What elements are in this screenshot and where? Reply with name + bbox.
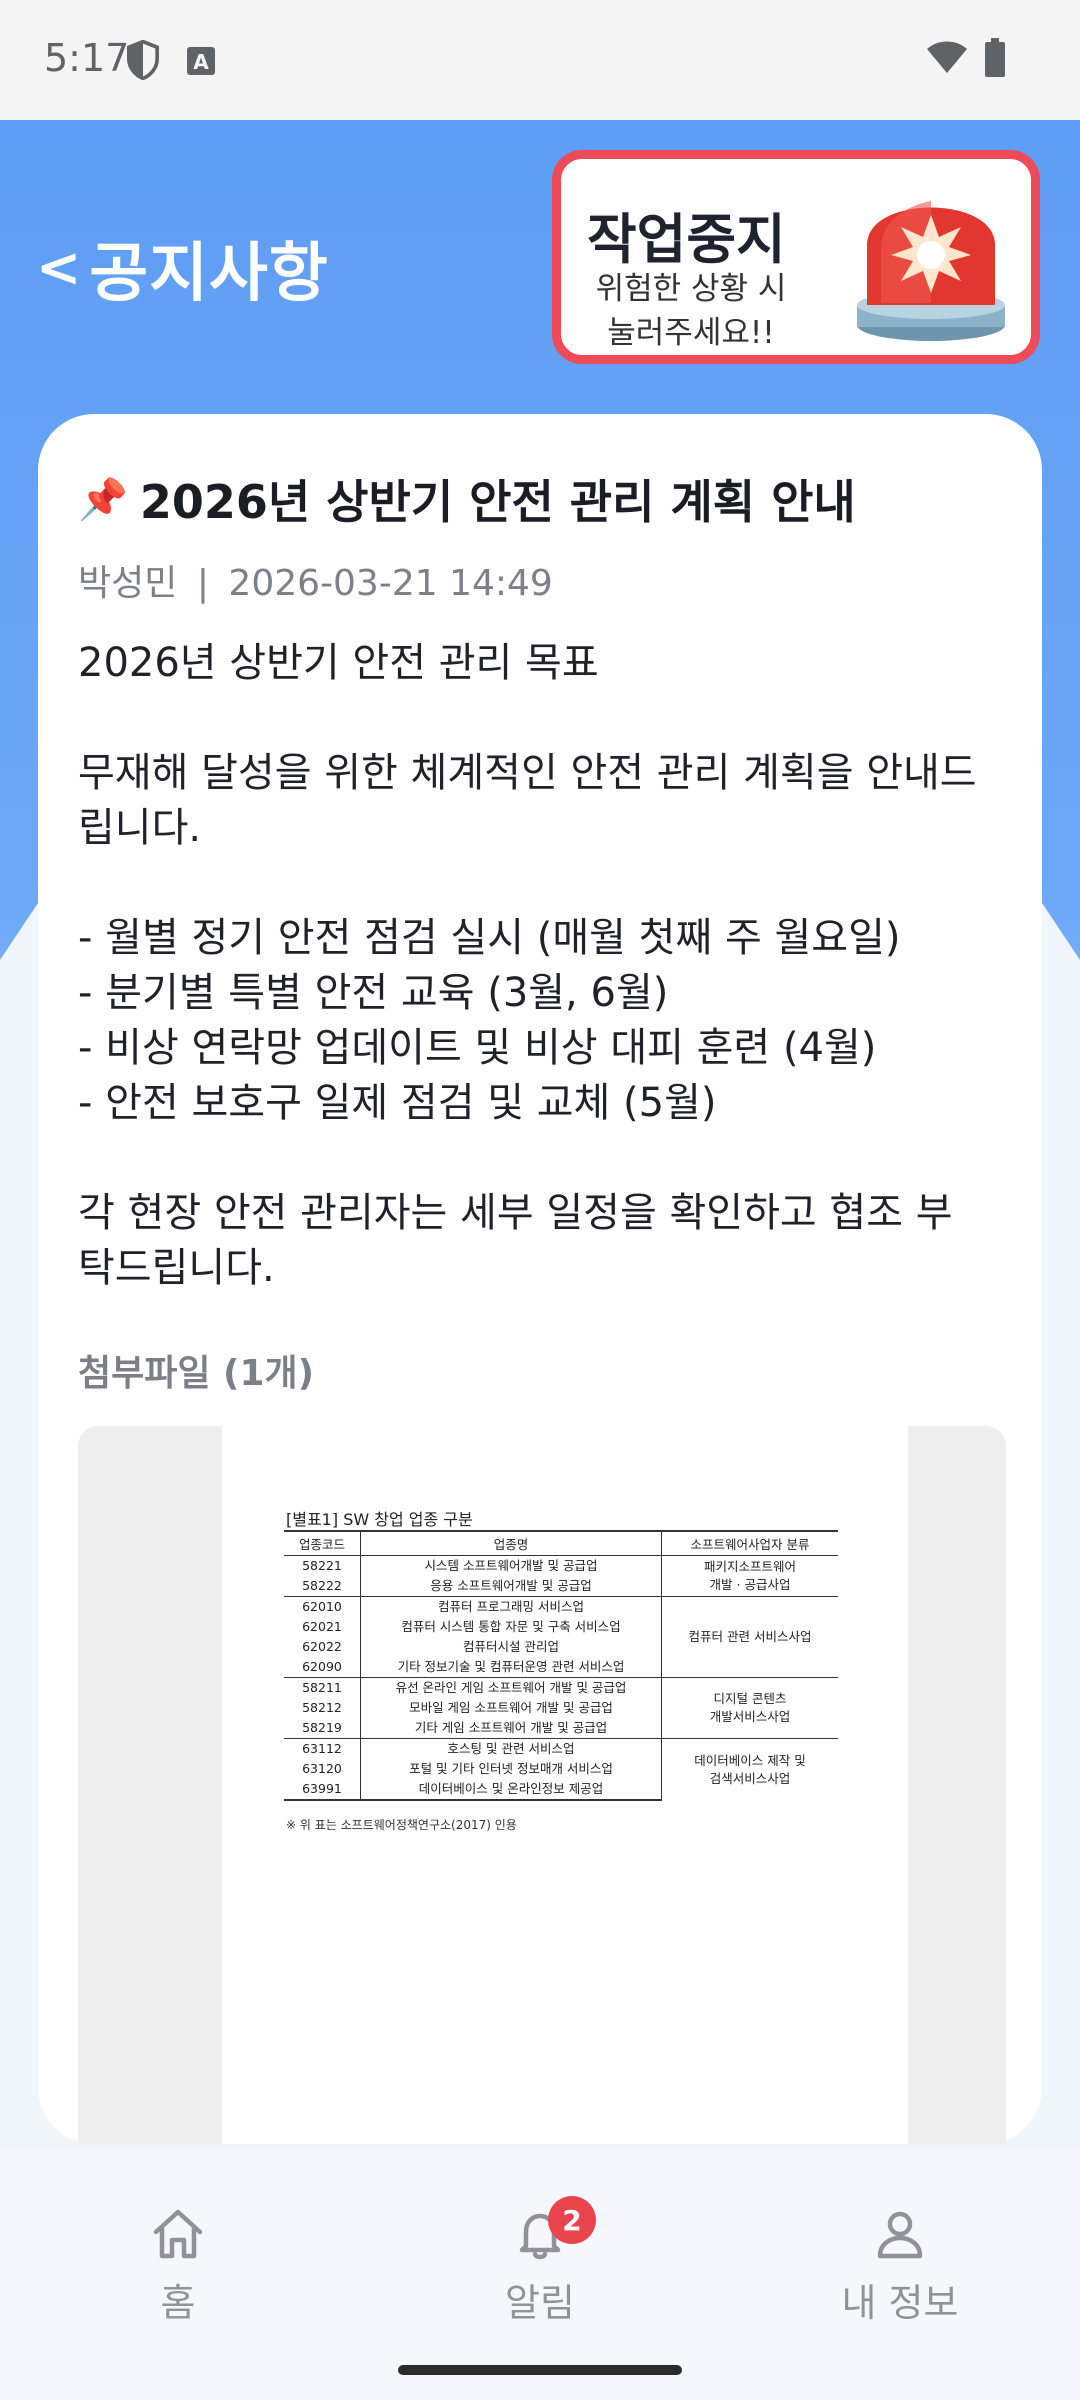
font-a-icon: A	[187, 47, 215, 75]
doc-note: ※ 위 표는 소프트웨어정책연구소(2017) 인용	[286, 1818, 517, 1832]
doc-cell-name: 컴퓨터 프로그래밍 서비스업	[360, 1596, 662, 1617]
attachment-preview[interactable]: [별표1] SW 창업 업종 구분 업종코드 업종명 소프트웨어사업자 분류 5…	[78, 1426, 1006, 2144]
post-title-row: 📌 2026년 상반기 안전 관리 계획 안내	[78, 466, 856, 532]
doc-category-line: 개발서비스사업	[709, 1709, 791, 1724]
person-icon	[877, 2211, 923, 2259]
emergency-stop-subtitle-line1: 위험한 상황 시	[595, 271, 787, 307]
doc-header-name: 업종명	[360, 1530, 662, 1556]
doc-cell-name: 컴퓨터 시스템 통합 자문 및 구축 서비스업	[360, 1617, 662, 1637]
nav-alerts-label: 알림	[505, 2281, 575, 2325]
shield-icon	[126, 40, 160, 80]
post-datetime: 2026-03-21 14:49	[228, 563, 553, 604]
attachment-document-page: [별표1] SW 창업 업종 구분 업종코드 업종명 소프트웨어사업자 분류 5…	[222, 1426, 908, 2144]
doc-cell-code: 58211	[284, 1677, 361, 1698]
svg-text:A: A	[193, 50, 209, 74]
doc-cell-code: 62010	[284, 1596, 361, 1617]
doc-category-line: 패키지소프트웨어	[703, 1559, 796, 1574]
doc-cell-name: 시스템 소프트웨어개발 및 공급업	[360, 1555, 662, 1576]
doc-caption: [별표1] SW 창업 업종 구분	[286, 1510, 473, 1529]
nav-home[interactable]: 홈	[78, 2206, 278, 2327]
doc-header-category: 소프트웨어사업자 분류	[661, 1530, 838, 1556]
nav-alerts[interactable]: 2 알림	[440, 2196, 640, 2327]
doc-cell-category: 패키지소프트웨어개발 · 공급사업	[661, 1555, 838, 1597]
emergency-stop-title: 작업중지	[587, 208, 786, 271]
attachments-label: 첨부파일 (1개)	[78, 1353, 315, 1394]
doc-cell-name: 호스팅 및 관련 서비스업	[360, 1738, 662, 1759]
home-icon	[153, 2209, 203, 2259]
doc-table: 업종코드 업종명 소프트웨어사업자 분류 58221 시스템 소프트웨어개발 및 …	[284, 1530, 838, 1801]
pin-icon: 📌	[78, 476, 128, 523]
bottom-navigation: 홈 2 알림 내 정보	[0, 2150, 1080, 2400]
doc-cell-name: 모바일 게임 소프트웨어 개발 및 공급업	[360, 1698, 662, 1718]
doc-cell-code: 58221	[302, 1558, 342, 1573]
doc-cell-code: 62090	[302, 1659, 342, 1674]
doc-cell-code: 62022	[302, 1639, 342, 1654]
post-body: 2026년 상반기 안전 관리 목표 무재해 달성을 위한 체계적인 안전 관리…	[78, 640, 977, 1291]
doc-table-row: 63112 호스팅 및 관련 서비스업데이터베이스 제작 및검색서비스사업	[284, 1738, 838, 1800]
doc-table-row: 58211 유선 온라인 게임 소프트웨어 개발 및 공급업디지털 콘텐츠개발서비…	[284, 1677, 838, 1739]
wifi-icon	[927, 41, 967, 73]
notice-card: 📌 2026년 상반기 안전 관리 계획 안내 박성민 | 2026-03-21…	[38, 414, 1042, 2144]
doc-category-line: 디지털 콘텐츠	[713, 1691, 787, 1706]
nav-profile-label: 내 정보	[841, 2281, 959, 2325]
doc-cell-name: 컴퓨터시설 관리업	[360, 1637, 662, 1657]
doc-cell-code: 63120	[302, 1761, 342, 1776]
doc-cell-name: 응용 소프트웨어개발 및 공급업	[360, 1576, 662, 1597]
doc-header-code: 업종코드	[284, 1530, 361, 1556]
meta-separator: |	[196, 563, 209, 604]
doc-table-row: 62010 컴퓨터 프로그래밍 서비스업컴퓨터 관련 서비스사업	[284, 1596, 838, 1678]
doc-category-line: 검색서비스사업	[709, 1770, 791, 1786]
status-time: 5:17	[44, 36, 130, 80]
status-bar: 5:17 A	[0, 0, 1080, 120]
doc-cell-code: 58219	[302, 1720, 342, 1735]
home-indicator[interactable]	[398, 2365, 682, 2375]
nav-profile[interactable]: 내 정보	[800, 2206, 1000, 2327]
page-title: 공지사항	[89, 237, 329, 311]
doc-cell-code: 62021	[302, 1619, 342, 1634]
doc-cell-name: 기타 정보기술 및 컴퓨터운영 관련 서비스업	[360, 1657, 662, 1678]
doc-cell-name: 데이터베이스 및 온라인정보 제공업	[360, 1779, 662, 1801]
nav-home-label: 홈	[160, 2281, 196, 2325]
doc-category-line: 컴퓨터 관련 서비스사업	[688, 1629, 812, 1644]
doc-cell-code: 63991	[284, 1779, 361, 1801]
battery-icon	[985, 38, 1005, 77]
doc-category-line: 개발 · 공급사업	[709, 1577, 791, 1592]
doc-cell-category: 데이터베이스 제작 및검색서비스사업	[661, 1738, 838, 1800]
doc-category-line: 데이터베이스 제작 및	[694, 1752, 806, 1768]
doc-cell-code: 63112	[284, 1738, 361, 1759]
back-arrow-icon: <	[36, 236, 82, 299]
doc-cell-code: 58212	[302, 1700, 342, 1715]
doc-cell-category: 컴퓨터 관련 서비스사업	[661, 1596, 838, 1678]
emergency-stop-subtitle: 위험한 상황 시 눌러주세요!!	[581, 267, 801, 355]
doc-table-row: 58221 시스템 소프트웨어개발 및 공급업 패키지소프트웨어 개발 · 공급사업	[284, 1555, 838, 1597]
back-button[interactable]: < 공지사항	[36, 222, 329, 314]
doc-cell-category: 디지털 콘텐츠개발서비스사업	[661, 1677, 838, 1739]
emergency-stop-button[interactable]: 작업중지 위험한 상황 시 눌러주세요!!	[552, 150, 1040, 364]
emergency-stop-subtitle-line2: 눌러주세요!!	[607, 315, 775, 351]
alert-count-badge: 2	[548, 2196, 596, 2244]
post-meta: 박성민 | 2026-03-21 14:49	[78, 554, 553, 606]
doc-cell-name: 유선 온라인 게임 소프트웨어 개발 및 공급업	[360, 1677, 662, 1698]
post-author: 박성민	[78, 563, 178, 604]
siren-icon	[857, 201, 1005, 341]
doc-cell-name: 기타 게임 소프트웨어 개발 및 공급업	[360, 1718, 662, 1739]
doc-cell-code: 58222	[302, 1578, 342, 1593]
doc-cell-name: 포털 및 기타 인터넷 정보매개 서비스업	[360, 1759, 662, 1779]
post-title: 2026년 상반기 안전 관리 계획 안내	[139, 475, 856, 529]
